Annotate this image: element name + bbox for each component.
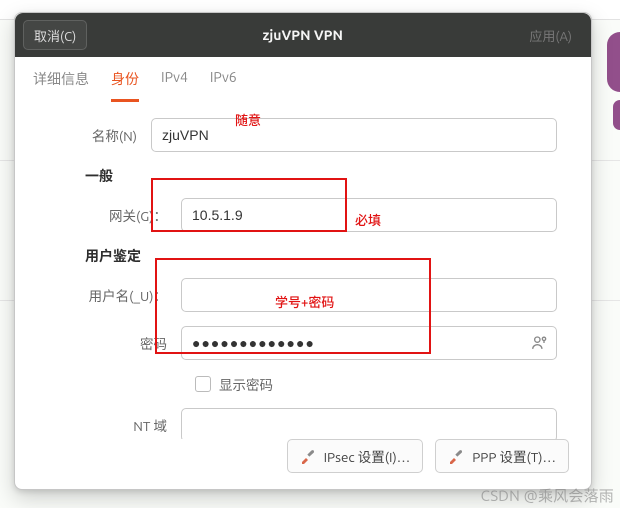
tab-details[interactable]: 详细信息 xyxy=(33,69,89,102)
show-password-label: 显示密码 xyxy=(219,374,273,394)
gateway-input[interactable] xyxy=(181,198,557,232)
ipsec-settings-button[interactable]: IPsec 设置(I)… xyxy=(287,439,424,473)
vpn-settings-dialog: 取消(C) zjuVPN VPN 应用(A) 详细信息 身份 IPv4 IPv6… xyxy=(14,12,592,490)
name-label: 名称(N) xyxy=(49,125,151,145)
ppp-settings-label: PPP 设置(T)… xyxy=(472,446,556,466)
gateway-label: 网关(G)： xyxy=(49,205,181,225)
section-auth: 用户鉴定 xyxy=(85,246,557,266)
dialog-title: zjuVPN VPN xyxy=(263,27,343,43)
tab-identity[interactable]: 身份 xyxy=(111,69,139,102)
tab-bar: 详细信息 身份 IPv4 IPv6 xyxy=(15,57,591,102)
tab-ipv6[interactable]: IPv6 xyxy=(210,69,237,102)
username-label: 用户名(_U)： xyxy=(49,285,181,305)
password-label: 密码 xyxy=(49,333,181,353)
ntdomain-label: NT 域 xyxy=(49,415,181,435)
password-options-icon[interactable] xyxy=(529,333,549,353)
show-password-checkbox[interactable] xyxy=(195,376,211,392)
password-input[interactable] xyxy=(181,326,557,360)
ipsec-settings-label: IPsec 设置(I)… xyxy=(324,446,411,466)
tools-icon xyxy=(300,448,316,464)
watermark: CSDN @乘风会落雨 xyxy=(481,485,614,506)
username-input[interactable] xyxy=(181,278,557,312)
apply-button[interactable]: 应用(A) xyxy=(518,20,583,50)
tab-ipv4[interactable]: IPv4 xyxy=(161,69,188,102)
ppp-settings-button[interactable]: PPP 设置(T)… xyxy=(435,439,569,473)
dialog-header: 取消(C) zjuVPN VPN 应用(A) xyxy=(15,13,591,57)
cancel-button[interactable]: 取消(C) xyxy=(23,20,87,50)
ntdomain-input[interactable] xyxy=(181,408,557,439)
tools-icon xyxy=(448,448,464,464)
name-input[interactable] xyxy=(151,118,557,152)
section-general: 一般 xyxy=(85,166,557,186)
